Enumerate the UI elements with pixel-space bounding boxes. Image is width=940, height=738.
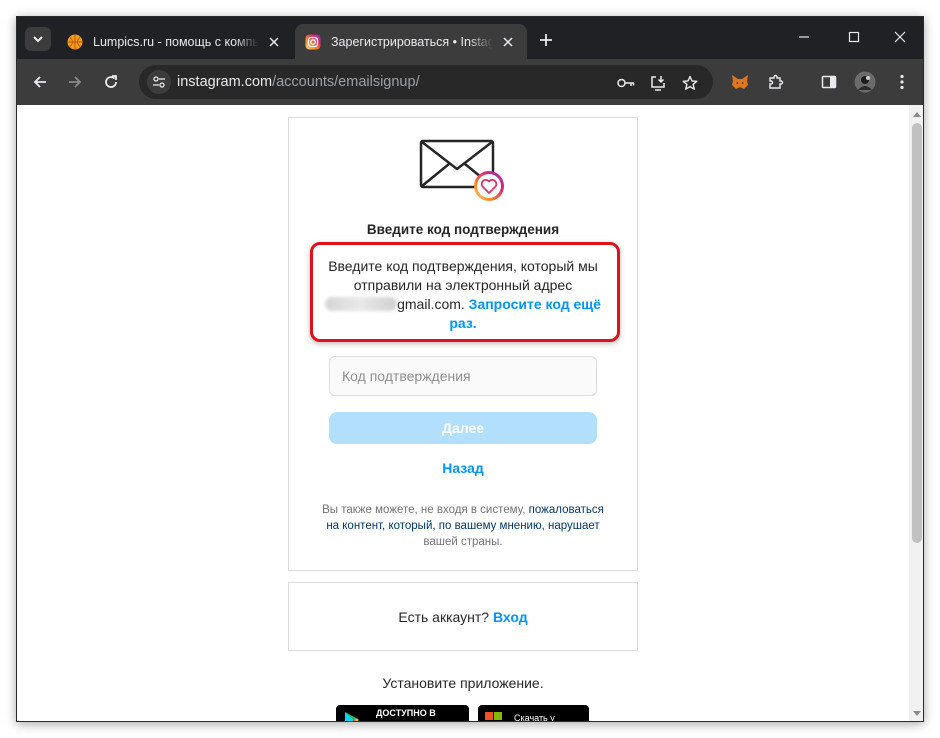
url-path: /accounts/emailsignup/	[272, 74, 420, 90]
tab-strip: Lumpics.ru - помощь с компьютером Зареги…	[17, 17, 923, 59]
google-play-icon	[345, 712, 359, 721]
resend-code-link[interactable]: Запросите код ещё раз.	[449, 296, 601, 331]
microsoft-badge-text: Скачать у	[514, 713, 555, 722]
close-tab-icon[interactable]	[265, 33, 283, 51]
google-play-badge-text: ДОСТУПНО В	[376, 708, 436, 718]
tune-icon	[153, 76, 165, 88]
password-key-button[interactable]	[615, 72, 637, 94]
google-play-badge[interactable]: ДОСТУПНО В	[336, 705, 469, 721]
site-info-button[interactable]	[147, 70, 171, 94]
close-window-button[interactable]	[886, 26, 914, 48]
login-prompt: Есть аккаунт?	[398, 608, 490, 625]
metamask-extension-button[interactable]	[727, 69, 753, 95]
scroll-up-arrow-icon[interactable]	[912, 109, 922, 119]
back-link[interactable]: Назад	[289, 460, 637, 476]
star-icon	[682, 75, 698, 90]
install-app-text: Установите приложение.	[382, 675, 544, 691]
metamask-fox-icon	[732, 75, 748, 89]
tab-lumpics[interactable]: Lumpics.ru - помощь с компьютером	[57, 24, 293, 59]
close-tab-icon[interactable]	[499, 33, 517, 51]
install-app-icon	[651, 76, 665, 91]
login-card: Есть аккаунт? Вход	[288, 582, 638, 651]
tab-instagram[interactable]: Зарегистрироваться • Instagram	[295, 24, 527, 59]
maximize-icon	[848, 31, 860, 43]
browser-window: Lumpics.ru - помощь с компьютером Зареги…	[16, 16, 924, 722]
arrow-right-icon	[69, 76, 82, 88]
confirmation-heading: Введите код подтверждения	[366, 222, 560, 237]
tab-title: Lumpics.ru - помощь с компьютером	[93, 34, 259, 49]
scrollbar-thumb[interactable]	[912, 123, 922, 543]
profile-avatar[interactable]	[852, 69, 878, 95]
login-link[interactable]: Вход	[493, 609, 528, 625]
next-button[interactable]: Далее	[329, 412, 597, 444]
url-text: instagram.com/accounts/emailsignup/	[177, 74, 420, 90]
page-viewport: Введите код подтверждения Введите код по…	[17, 105, 923, 722]
avatar-icon	[854, 71, 876, 93]
chevron-down-icon	[33, 36, 43, 43]
maximize-button[interactable]	[840, 26, 868, 48]
install-app-button[interactable]	[647, 72, 669, 94]
close-icon	[894, 31, 906, 43]
instagram-icon	[305, 34, 321, 49]
confirmation-description: Введите код подтверждения, который мы от…	[313, 257, 613, 333]
email-domain: gmail.com.	[397, 296, 465, 312]
puzzle-icon	[769, 74, 784, 89]
microsoft-store-badge[interactable]: Скачать у	[478, 705, 589, 722]
minimize-icon	[799, 36, 809, 38]
browser-menu-button[interactable]	[889, 69, 915, 95]
more-vert-icon	[900, 74, 904, 90]
forward-button[interactable]	[62, 69, 88, 95]
tab-search-button[interactable]	[25, 27, 51, 51]
lumpics-favicon-icon	[67, 34, 83, 49]
address-bar[interactable]: instagram.com/accounts/emailsignup/	[139, 65, 713, 99]
browser-toolbar: instagram.com/accounts/emailsignup/	[17, 59, 923, 105]
microsoft-logo-icon	[485, 712, 502, 720]
scroll-down-arrow-icon[interactable]	[912, 709, 922, 719]
footnote-prefix: Вы также можете, не входя в систему,	[322, 504, 526, 516]
footnote-suffix: вашей страны.	[423, 536, 503, 548]
extensions-button[interactable]	[763, 69, 789, 95]
tab-title: Зарегистрироваться • Instagram	[331, 34, 493, 49]
back-button[interactable]	[27, 69, 53, 95]
side-panel-icon	[821, 75, 837, 89]
bookmark-button[interactable]	[679, 72, 701, 94]
reload-button[interactable]	[98, 69, 124, 95]
confirmation-code-input[interactable]	[329, 356, 597, 396]
report-footnote: Вы также можете, не входя в систему, пож…	[319, 502, 607, 550]
reload-icon	[105, 75, 117, 88]
minimize-button[interactable]	[790, 26, 818, 48]
description-text: Введите код подтверждения, который мы от…	[328, 258, 598, 293]
envelope-heart-icon	[419, 139, 504, 201]
confirmation-card: Введите код подтверждения Введите код по…	[288, 117, 638, 571]
arrow-left-icon	[33, 76, 46, 88]
plus-icon	[540, 34, 552, 46]
blurred-email-username	[325, 297, 398, 311]
url-host: instagram.com	[177, 74, 273, 90]
side-panel-button[interactable]	[816, 69, 842, 95]
key-icon	[617, 78, 635, 88]
page-scrollbar[interactable]	[909, 105, 923, 721]
new-tab-button[interactable]	[535, 29, 557, 51]
